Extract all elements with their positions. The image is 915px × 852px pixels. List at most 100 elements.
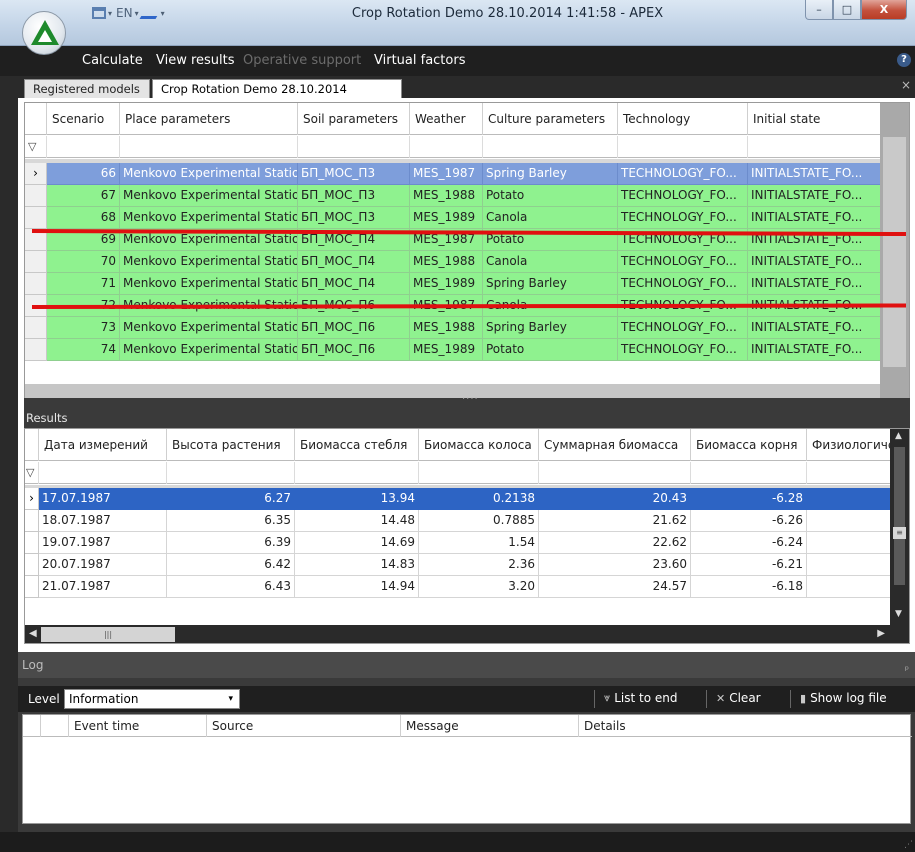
- tab-crop-rotation-demo[interactable]: Crop Rotation Demo 28.10.2014 1:41:58: [152, 79, 402, 114]
- cell-scenario[interactable]: 73: [47, 317, 120, 339]
- table-row[interactable]: 70 Menkovo Experimental Station БП_МОС_П4 M…: [25, 251, 881, 273]
- cell-stem[interactable]: 14.48: [295, 510, 419, 532]
- row-selector[interactable]: [25, 576, 39, 598]
- cell-initial[interactable]: INITIALSTATE_FO...: [748, 185, 881, 207]
- current-row-indicator-icon[interactable]: ›: [25, 488, 39, 510]
- filter-cell[interactable]: [295, 462, 419, 484]
- cell-culture[interactable]: Canola: [483, 251, 618, 273]
- row-selector[interactable]: [25, 510, 39, 532]
- table-row[interactable]: 20.07.1987 6.42 14.83 2.36 23.60 -6.21: [25, 554, 891, 576]
- cell-total[interactable]: 24.57: [539, 576, 691, 598]
- cell-scenario[interactable]: 74: [47, 339, 120, 361]
- filter-cell[interactable]: [167, 462, 295, 484]
- results-horizontal-scrollbar[interactable]: ◀ ||| ▶: [25, 625, 909, 643]
- cell-initial[interactable]: INITIALSTATE_FO...: [748, 273, 881, 295]
- cell-culture[interactable]: Canola: [483, 207, 618, 229]
- level-dropdown[interactable]: Information ▾: [64, 689, 240, 709]
- cell-place[interactable]: Menkovo Experimental Station: [120, 273, 298, 295]
- cell-soil[interactable]: БП_МОС_П3: [298, 185, 410, 207]
- table-row[interactable]: 21.07.1987 6.43 14.94 3.20 24.57 -6.18: [25, 576, 891, 598]
- cell-place[interactable]: Menkovo Experimental Station: [120, 317, 298, 339]
- cell-scenario[interactable]: 71: [47, 273, 120, 295]
- cell-initial[interactable]: INITIALSTATE_FO...: [748, 207, 881, 229]
- cell-soil[interactable]: БП_МОС_П6: [298, 317, 410, 339]
- cell-technology[interactable]: TECHNOLOGY_FO...: [618, 163, 748, 185]
- cell-culture[interactable]: Spring Barley: [483, 273, 618, 295]
- cell-root[interactable]: -6.24: [691, 532, 807, 554]
- cell-total[interactable]: 23.60: [539, 554, 691, 576]
- cell-stem[interactable]: 14.83: [295, 554, 419, 576]
- filter-cell[interactable]: [618, 136, 748, 158]
- cell-initial[interactable]: INITIALSTATE_FO...: [748, 163, 881, 185]
- cell-height[interactable]: 6.42: [167, 554, 295, 576]
- cell-scenario[interactable]: 66: [47, 163, 120, 185]
- filter-cell[interactable]: [39, 462, 167, 484]
- cell-culture[interactable]: Potato: [483, 185, 618, 207]
- column-header-date[interactable]: Дата измерений: [39, 429, 167, 461]
- cell-ear[interactable]: 1.54: [419, 532, 539, 554]
- cell-root[interactable]: -6.28: [691, 488, 807, 510]
- cell-root[interactable]: -6.21: [691, 554, 807, 576]
- filter-cell[interactable]: [539, 462, 691, 484]
- row-selector[interactable]: [25, 207, 47, 229]
- cell-phys[interactable]: [807, 488, 891, 510]
- scrollbar-thumb[interactable]: [883, 137, 906, 367]
- column-header-source[interactable]: Source: [207, 715, 401, 737]
- column-header-place[interactable]: Place parameters: [120, 103, 298, 135]
- cell-ear[interactable]: 2.36: [419, 554, 539, 576]
- table-row[interactable]: 19.07.1987 6.39 14.69 1.54 22.62 -6.24: [25, 532, 891, 554]
- column-header-details[interactable]: Details: [579, 715, 912, 737]
- row-selector[interactable]: [25, 185, 47, 207]
- cell-phys[interactable]: [807, 554, 891, 576]
- cell-ear[interactable]: 0.7885: [419, 510, 539, 532]
- cell-ear[interactable]: 3.20: [419, 576, 539, 598]
- cell-height[interactable]: 6.27: [167, 488, 295, 510]
- cell-place[interactable]: Menkovo Experimental Station: [120, 251, 298, 273]
- cell-initial[interactable]: INITIALSTATE_FO...: [748, 317, 881, 339]
- cell-technology[interactable]: TECHNOLOGY_FO...: [618, 273, 748, 295]
- cell-date[interactable]: 17.07.1987: [39, 488, 167, 510]
- resize-grip-icon[interactable]: ⋰: [904, 840, 913, 850]
- cell-technology[interactable]: TECHNOLOGY_FO...: [618, 185, 748, 207]
- filter-cell[interactable]: [691, 462, 807, 484]
- cell-scenario[interactable]: 67: [47, 185, 120, 207]
- cell-date[interactable]: 20.07.1987: [39, 554, 167, 576]
- column-header-height[interactable]: Высота растения: [167, 429, 295, 461]
- clear-button[interactable]: ✕ Clear: [716, 691, 761, 705]
- help-icon[interactable]: ?: [897, 53, 911, 67]
- scrollbar-thumb[interactable]: [894, 447, 905, 585]
- column-header-ear-biomass[interactable]: Биомасса колоса: [419, 429, 539, 461]
- cell-soil[interactable]: БП_МОС_П3: [298, 207, 410, 229]
- pin-icon[interactable]: ᵖ: [905, 658, 909, 684]
- cell-culture[interactable]: Spring Barley: [483, 163, 618, 185]
- cell-culture[interactable]: Potato: [483, 339, 618, 361]
- row-selector[interactable]: [25, 339, 47, 361]
- cell-technology[interactable]: TECHNOLOGY_FO...: [618, 339, 748, 361]
- row-selector[interactable]: [25, 554, 39, 576]
- row-selector[interactable]: [25, 273, 47, 295]
- cell-technology[interactable]: TECHNOLOGY_FO...: [618, 317, 748, 339]
- cell-soil[interactable]: БП_МОС_П3: [298, 163, 410, 185]
- table-row[interactable]: 71 Menkovo Experimental Station БП_МОС_П4 M…: [25, 273, 881, 295]
- cell-place[interactable]: Menkovo Experimental Station: [120, 207, 298, 229]
- maximize-button[interactable]: □: [833, 0, 861, 20]
- scroll-left-icon[interactable]: ◀: [29, 628, 37, 639]
- column-header-culture[interactable]: Culture parameters: [483, 103, 618, 135]
- cell-stem[interactable]: 13.94: [295, 488, 419, 510]
- cell-place[interactable]: Menkovo Experimental Station: [120, 163, 298, 185]
- cell-place[interactable]: Menkovo Experimental Station: [120, 339, 298, 361]
- cell-root[interactable]: -6.18: [691, 576, 807, 598]
- column-header-scenario[interactable]: Scenario: [47, 103, 120, 135]
- cell-soil[interactable]: БП_МОС_П6: [298, 339, 410, 361]
- cell-total[interactable]: 22.62: [539, 532, 691, 554]
- column-header-weather[interactable]: Weather: [410, 103, 483, 135]
- filter-icon[interactable]: ▽: [28, 140, 36, 153]
- cell-date[interactable]: 21.07.1987: [39, 576, 167, 598]
- filter-cell[interactable]: [807, 462, 891, 484]
- column-header-root-biomass[interactable]: Биомасса корня: [691, 429, 807, 461]
- cell-total[interactable]: 21.62: [539, 510, 691, 532]
- column-header-message[interactable]: Message: [401, 715, 579, 737]
- minimize-button[interactable]: –: [805, 0, 833, 20]
- column-header-event-time[interactable]: Event time: [69, 715, 207, 737]
- cell-root[interactable]: -6.26: [691, 510, 807, 532]
